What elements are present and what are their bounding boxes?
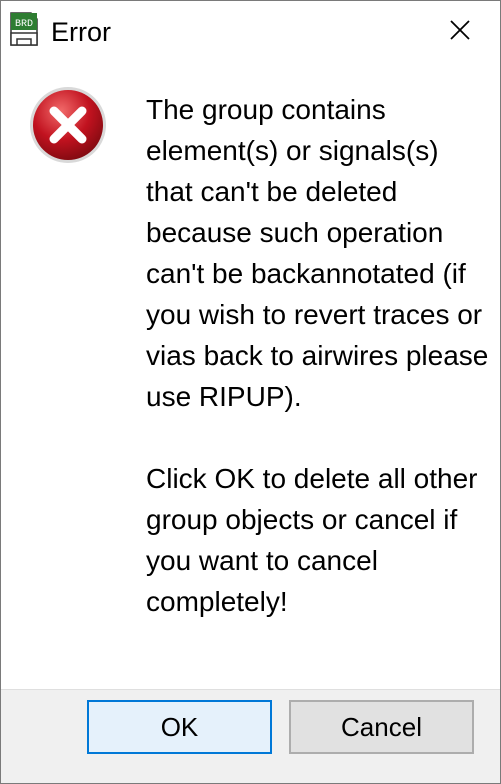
button-bar: OK Cancel	[1, 689, 500, 783]
error-message: The group contains element(s) or signals…	[146, 94, 489, 617]
app-icon-label: BRD	[15, 19, 33, 30]
error-dialog: BRD Error The group contains element(s) …	[0, 0, 501, 784]
title-bar: BRD Error	[1, 1, 500, 63]
window-title: Error	[51, 17, 111, 47]
dialog-content: The group contains element(s) or signals…	[1, 63, 500, 689]
error-icon	[28, 85, 108, 165]
brd-app-icon: BRD	[9, 11, 39, 47]
close-button[interactable]	[420, 1, 500, 59]
close-icon	[450, 20, 470, 40]
cancel-button[interactable]: Cancel	[289, 700, 474, 754]
ok-button[interactable]: OK	[87, 700, 272, 754]
